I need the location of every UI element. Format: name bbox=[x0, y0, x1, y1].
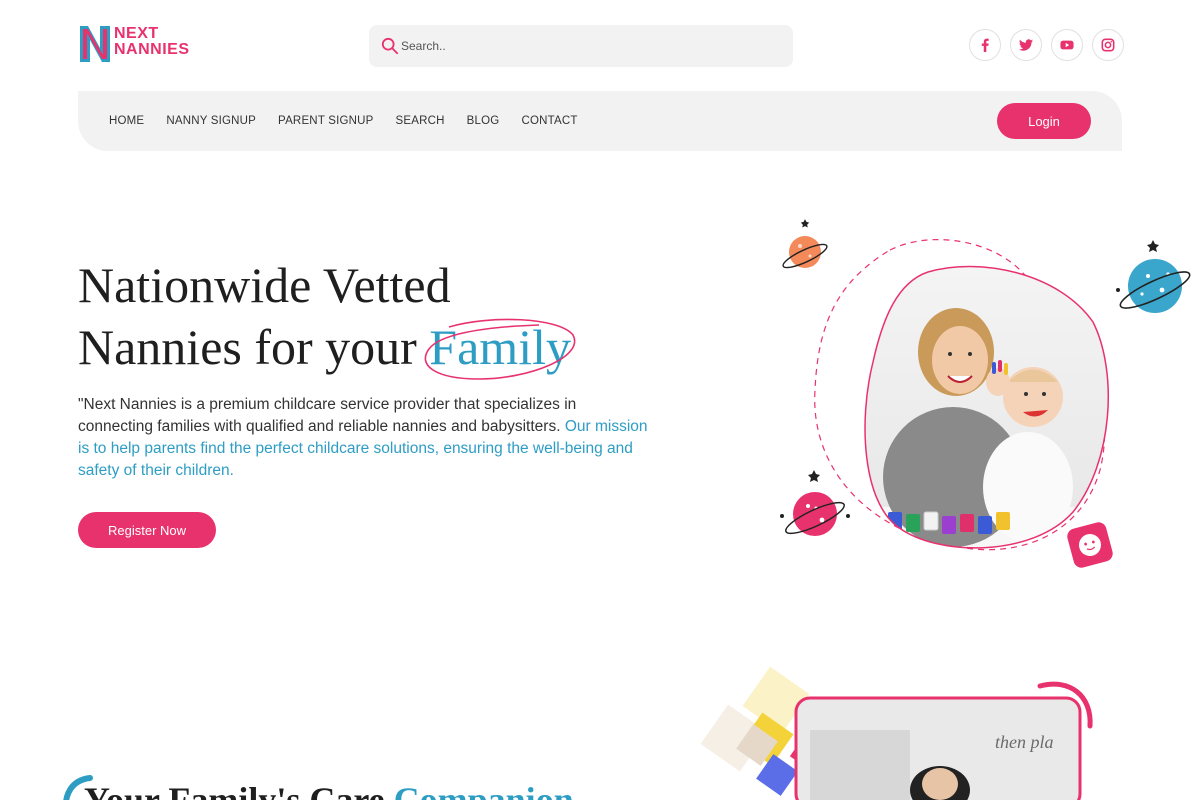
section-2-title-prefix: Your Family's Care bbox=[84, 780, 394, 800]
nav-contact[interactable]: CONTACT bbox=[521, 115, 577, 127]
orange-planet-icon bbox=[782, 219, 828, 269]
main-nav: HOME NANNY SIGNUP PARENT SIGNUP SEARCH B… bbox=[78, 91, 1122, 151]
logo[interactable]: NEXT NANNIES bbox=[78, 22, 194, 66]
site-header: NEXT NANNIES bbox=[0, 0, 1200, 90]
section-2-illustration: then pla bbox=[700, 666, 1093, 800]
social-links bbox=[969, 29, 1124, 61]
facebook-icon bbox=[981, 38, 989, 52]
facebook-link[interactable] bbox=[969, 29, 1001, 61]
hero-description-text: "Next Nannies is a premium childcare ser… bbox=[78, 396, 577, 435]
scribble-oval-icon bbox=[424, 318, 576, 380]
search-input[interactable] bbox=[401, 25, 781, 67]
hero-title-line-2: Nannies for your bbox=[78, 319, 430, 375]
blue-planet-icon bbox=[1116, 240, 1191, 313]
pink-planet-icon bbox=[780, 470, 850, 536]
mother-and-baby-photo bbox=[864, 265, 1110, 549]
hero-title-accent: Family bbox=[424, 318, 576, 380]
twitter-link[interactable] bbox=[1010, 29, 1042, 61]
search-box bbox=[369, 25, 793, 67]
instagram-icon bbox=[1101, 38, 1115, 52]
nav-home[interactable]: HOME bbox=[109, 115, 144, 127]
nav-search[interactable]: SEARCH bbox=[396, 115, 445, 127]
youtube-link[interactable] bbox=[1051, 29, 1083, 61]
twitter-icon bbox=[1019, 39, 1033, 51]
youtube-icon bbox=[1060, 40, 1074, 50]
hero-title-line-1: Nationwide Vetted bbox=[78, 257, 451, 313]
hero-description: "Next Nannies is a premium childcare ser… bbox=[78, 394, 648, 482]
register-now-button[interactable]: Register Now bbox=[78, 512, 216, 548]
svg-text:then pla: then pla bbox=[995, 732, 1054, 752]
logo-n-icon bbox=[80, 26, 110, 62]
section-2-title-accent: Companion bbox=[393, 780, 574, 800]
nav-nanny-signup[interactable]: NANNY SIGNUP bbox=[166, 115, 256, 127]
login-button[interactable]: Login bbox=[997, 103, 1091, 139]
logo-line-2: NANNIES bbox=[114, 41, 190, 58]
logo-line-1: NEXT bbox=[114, 25, 159, 42]
nav-blog[interactable]: BLOG bbox=[467, 115, 500, 127]
nav-parent-signup[interactable]: PARENT SIGNUP bbox=[278, 115, 373, 127]
search-icon[interactable] bbox=[381, 37, 399, 55]
hero-illustration bbox=[770, 210, 1200, 580]
instagram-link[interactable] bbox=[1092, 29, 1124, 61]
section-2-title: Your Family's Care Companion bbox=[84, 780, 574, 800]
hero-title: Nationwide Vetted Nannies for your Famil… bbox=[78, 254, 718, 380]
